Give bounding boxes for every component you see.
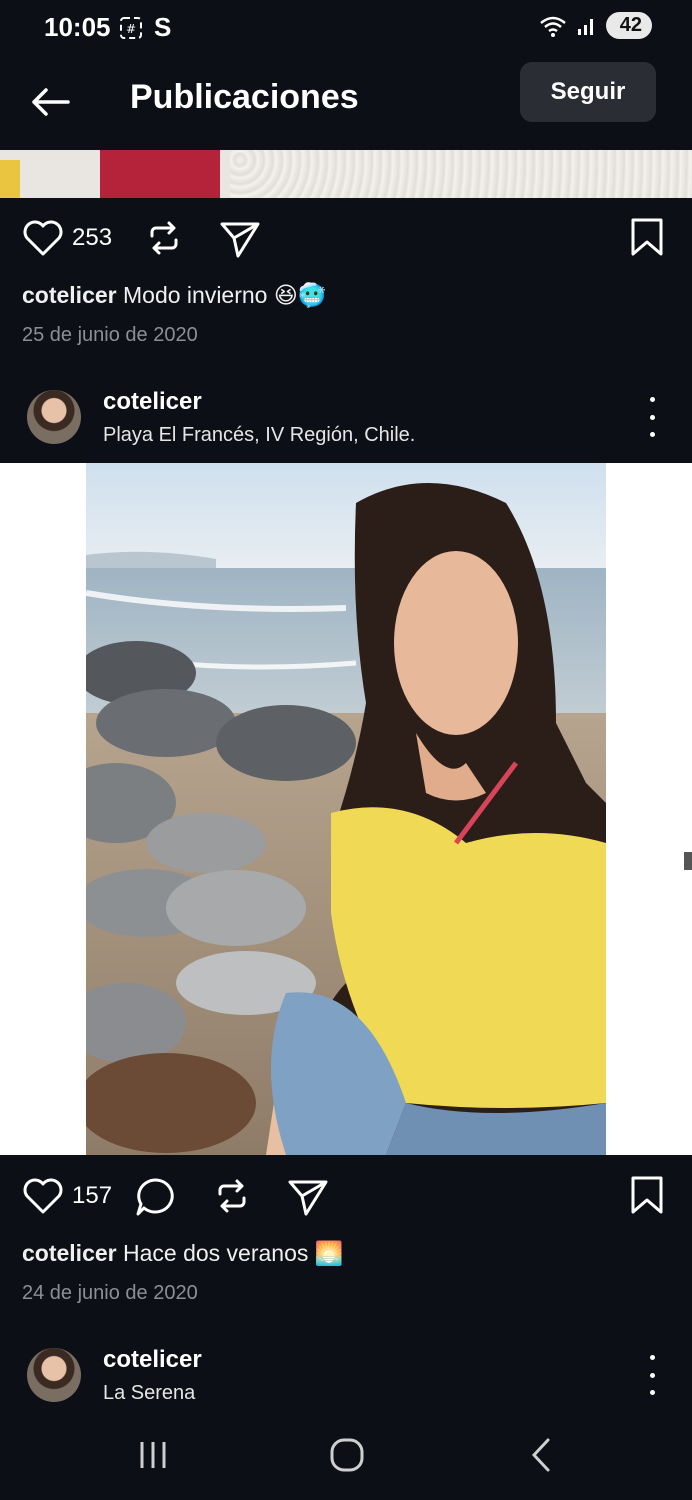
status-time: 10:05 (44, 12, 111, 42)
post2-caption-text: Hace dos veranos 🌅 (123, 1240, 344, 1266)
back-icon[interactable] (526, 1436, 556, 1474)
post2-avatar[interactable] (27, 390, 81, 444)
post2-more-options-icon[interactable] (642, 397, 662, 437)
post2-like-count: 157 (72, 1182, 113, 1209)
post1-actions: 253 (22, 218, 112, 258)
wifi-icon (539, 16, 566, 37)
post1-caption-username[interactable]: cotelicer (22, 282, 117, 308)
post2-username[interactable]: cotelicer (103, 388, 202, 416)
previous-post-image[interactable] (0, 150, 692, 198)
post3-username[interactable]: cotelicer (103, 1346, 202, 1374)
post3-avatar[interactable] (27, 1348, 81, 1402)
status-icons-right: 42 (538, 12, 652, 39)
repost-icon[interactable] (144, 218, 184, 258)
scrollbar-thumb[interactable] (684, 852, 692, 870)
bookmark-icon[interactable] (628, 216, 666, 258)
post1-date: 25 de junio de 2020 (22, 324, 198, 346)
signal-icon (577, 18, 593, 35)
page-title: Publicaciones (130, 78, 359, 116)
share-send-icon[interactable] (218, 218, 262, 260)
post2-photo[interactable] (86, 463, 606, 1155)
post3-more-options-icon[interactable] (642, 1355, 662, 1395)
like-heart-icon[interactable] (22, 218, 64, 258)
post3-location[interactable]: La Serena (103, 1382, 195, 1405)
post2-caption-username[interactable]: cotelicer (22, 1240, 117, 1266)
recents-icon[interactable] (136, 1438, 170, 1472)
post1-caption-text: Modo invierno 😆🥶 (123, 282, 327, 308)
home-icon[interactable] (328, 1436, 366, 1474)
post2-date: 24 de junio de 2020 (22, 1282, 198, 1304)
repost-icon[interactable] (212, 1176, 252, 1216)
follow-button[interactable]: Seguir (520, 62, 656, 122)
svg-text:#: # (126, 22, 136, 36)
post2-caption: cotelicer Hace dos veranos 🌅 (22, 1240, 343, 1267)
post2-actions: 157 (22, 1176, 112, 1216)
share-send-icon[interactable] (286, 1176, 330, 1218)
post2-location[interactable]: Playa El Francés, IV Región, Chile. (103, 424, 415, 447)
comment-bubble-icon[interactable] (134, 1176, 178, 1218)
back-arrow-icon[interactable] (26, 84, 74, 120)
like-heart-icon[interactable] (22, 1176, 64, 1216)
post1-caption: cotelicer Modo invierno 😆🥶 (22, 282, 326, 309)
status-icons-left: # S (118, 12, 171, 43)
s-app-icon: S (154, 12, 172, 42)
bookmark-icon[interactable] (628, 1174, 666, 1216)
post1-like-count: 253 (72, 224, 113, 251)
battery-icon: 42 (605, 12, 652, 39)
screen-record-icon: # (120, 16, 142, 39)
